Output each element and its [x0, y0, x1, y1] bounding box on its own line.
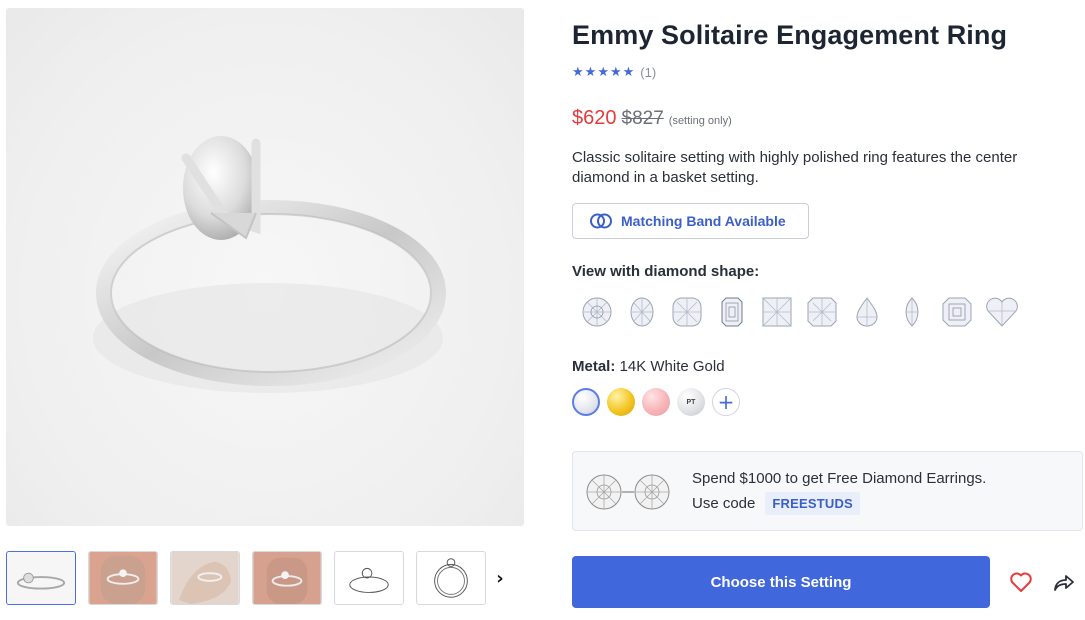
shape-radiant-icon[interactable]	[799, 292, 844, 332]
metal-swatches: PT +	[572, 388, 740, 416]
metal-selection: Metal: 14K White Gold	[572, 358, 725, 375]
shape-princess-icon[interactable]	[754, 292, 799, 332]
product-description: Classic solitaire setting with highly po…	[572, 149, 1018, 186]
metal-value: 14K White Gold	[619, 358, 725, 375]
main-product-image[interactable]	[6, 8, 524, 526]
sale-price: $620	[572, 107, 617, 129]
swatch-white-gold[interactable]	[572, 388, 600, 416]
shape-round-icon[interactable]	[574, 292, 619, 332]
price-row: $620 $827 (setting only)	[572, 107, 732, 130]
shape-emerald-icon[interactable]	[709, 292, 754, 332]
swatch-platinum[interactable]: PT	[677, 388, 705, 416]
thumbnail-ring-side[interactable]	[6, 551, 76, 605]
thumbnail-hand-angle[interactable]	[252, 551, 322, 605]
shape-heart-icon[interactable]	[979, 292, 1024, 332]
star-icon: ★	[597, 64, 609, 80]
diamond-earrings-icon	[586, 474, 670, 510]
share-icon[interactable]	[1051, 570, 1077, 596]
thumbnail-strip: ›	[6, 551, 520, 607]
star-icon: ★	[609, 64, 622, 80]
choose-setting-button[interactable]: Choose this Setting	[572, 556, 990, 608]
plus-icon: +	[717, 390, 735, 414]
diamond-shape-selector	[574, 292, 1024, 332]
shape-asscher-icon[interactable]	[934, 292, 979, 332]
shape-pear-icon[interactable]	[844, 292, 889, 332]
promo-code-badge[interactable]: FREESTUDS	[765, 492, 860, 515]
matching-band-label: Matching Band Available	[621, 213, 786, 229]
review-count[interactable]: (1)	[640, 65, 656, 80]
chevron-right-icon[interactable]: ›	[488, 563, 512, 593]
swatch-yellow-gold[interactable]	[607, 388, 635, 416]
promo-code-label: Use code	[692, 495, 756, 512]
heart-icon[interactable]	[1008, 569, 1034, 595]
star-icon: ★	[584, 64, 597, 80]
rating[interactable]: ★ ★ ★ ★ ★ (1)	[572, 65, 656, 80]
star-icon: ★	[622, 64, 635, 80]
promo-code-row: Use code FREESTUDS	[692, 492, 860, 515]
matching-band-button[interactable]: Matching Band Available	[572, 203, 809, 239]
shape-oval-icon[interactable]	[619, 292, 664, 332]
thumbnail-ring-sketch-front[interactable]	[416, 551, 486, 605]
interlocking-rings-icon	[590, 213, 612, 229]
shape-cushion-icon[interactable]	[664, 292, 709, 332]
thumbnail-hand-back[interactable]	[170, 551, 240, 605]
price-note: (setting only)	[668, 115, 732, 127]
original-price: $827	[621, 108, 664, 129]
star-icon: ★	[572, 64, 584, 80]
promo-text: Spend $1000 to get Free Diamond Earrings…	[692, 470, 987, 487]
metal-label: Metal:	[572, 358, 616, 375]
swatch-rose-gold[interactable]	[642, 388, 670, 416]
thumbnail-hand-front[interactable]	[88, 551, 158, 605]
shape-marquise-icon[interactable]	[889, 292, 934, 332]
promo-banner: Spend $1000 to get Free Diamond Earrings…	[572, 451, 1083, 531]
product-title: Emmy Solitaire Engagement Ring	[572, 20, 1008, 50]
thumbnail-ring-sketch[interactable]	[334, 551, 404, 605]
swatch-more-button[interactable]: +	[712, 388, 740, 416]
shape-heading: View with diamond shape:	[572, 263, 760, 280]
